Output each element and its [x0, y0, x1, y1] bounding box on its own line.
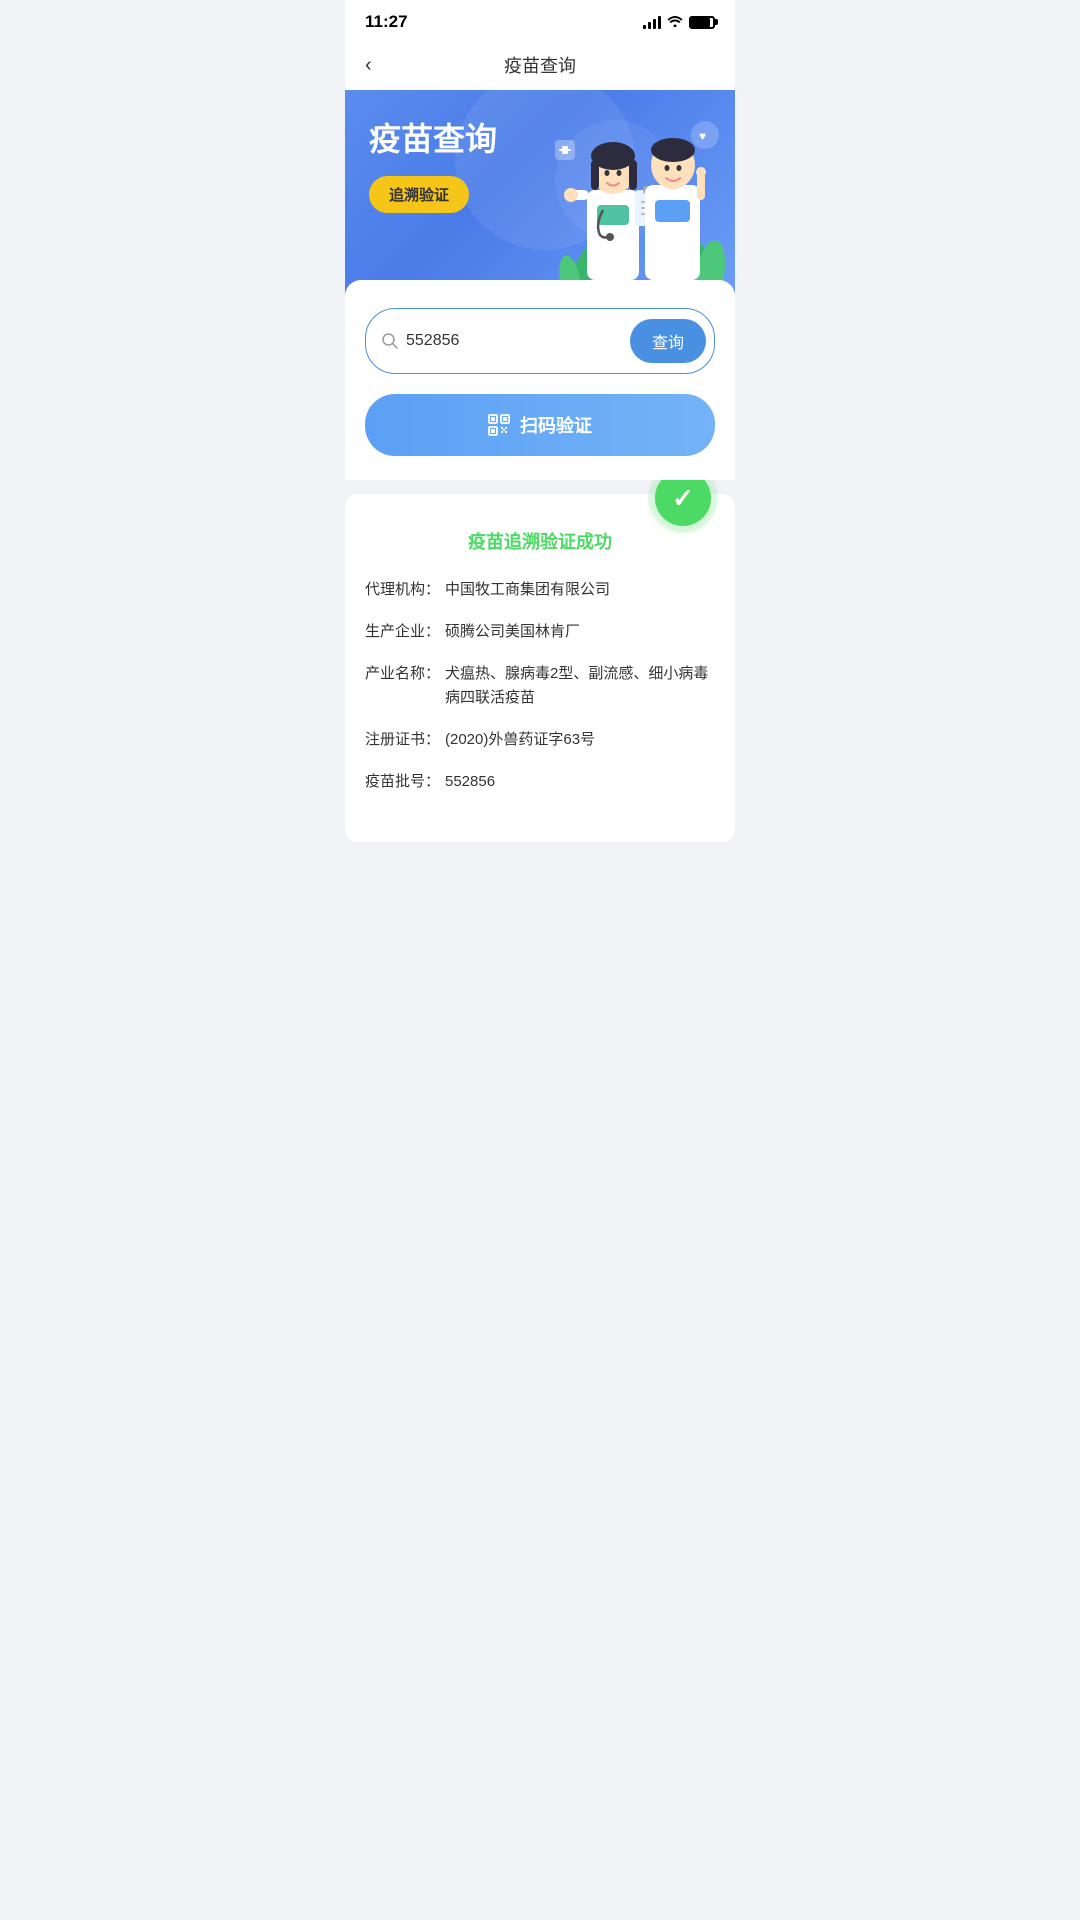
- result-label: 疫苗批号：: [365, 770, 445, 794]
- check-icon: ✓: [672, 483, 694, 514]
- table-row: 疫苗批号： 552856: [365, 770, 715, 794]
- nav-bar: ‹ 疫苗查询: [345, 40, 735, 90]
- result-label: 注册证书：: [365, 728, 445, 752]
- result-value: (2020)外兽药证字63号: [445, 728, 715, 752]
- status-time: 11:27: [365, 12, 408, 32]
- wifi-icon: [667, 14, 683, 30]
- signal-icon: [643, 15, 661, 29]
- search-box: 查询: [365, 308, 715, 374]
- battery-icon: [689, 16, 715, 29]
- result-items: 代理机构： 中国牧工商集团有限公司 生产企业： 硕腾公司美国林肯厂 产业名称： …: [365, 578, 715, 794]
- result-value: 中国牧工商集团有限公司: [445, 578, 715, 602]
- back-button[interactable]: ‹: [365, 54, 372, 77]
- result-value: 犬瘟热、腺病毒2型、副流感、细小病毒病四联活疫苗: [445, 662, 715, 710]
- table-row: 生产企业： 硕腾公司美国林肯厂: [365, 620, 715, 644]
- result-value: 552856: [445, 770, 715, 794]
- search-card: 查询 扫码验证: [345, 280, 735, 480]
- table-row: 代理机构： 中国牧工商集团有限公司: [365, 578, 715, 602]
- scan-label: 扫码验证: [520, 412, 592, 438]
- result-label: 代理机构：: [365, 578, 445, 602]
- svg-text:♥: ♥: [699, 129, 706, 143]
- result-card: ✓ 疫苗追溯验证成功 代理机构： 中国牧工商集团有限公司 生产企业： 硕腾公司美…: [345, 494, 735, 842]
- banner-tag: 追溯验证: [369, 176, 469, 213]
- table-row: 注册证书： (2020)外兽药证字63号: [365, 728, 715, 752]
- scan-icon: [488, 414, 510, 437]
- search-input[interactable]: [406, 332, 622, 350]
- banner: ♥ 疫苗查询 追溯验证: [345, 90, 735, 310]
- result-value: 硕腾公司美国林肯厂: [445, 620, 715, 644]
- table-row: 产业名称： 犬瘟热、腺病毒2型、副流感、细小病毒病四联活疫苗: [365, 662, 715, 710]
- result-label: 生产企业：: [365, 620, 445, 644]
- search-icon: [382, 333, 398, 349]
- result-label: 产业名称：: [365, 662, 445, 710]
- doctors-illustration: ♥: [535, 90, 735, 310]
- page-title: 疫苗查询: [504, 52, 576, 78]
- search-button[interactable]: 查询: [630, 319, 706, 363]
- status-bar: 11:27: [345, 0, 735, 40]
- status-icons: [643, 14, 715, 30]
- result-title: 疫苗追溯验证成功: [365, 528, 715, 554]
- scan-button[interactable]: 扫码验证: [365, 394, 715, 456]
